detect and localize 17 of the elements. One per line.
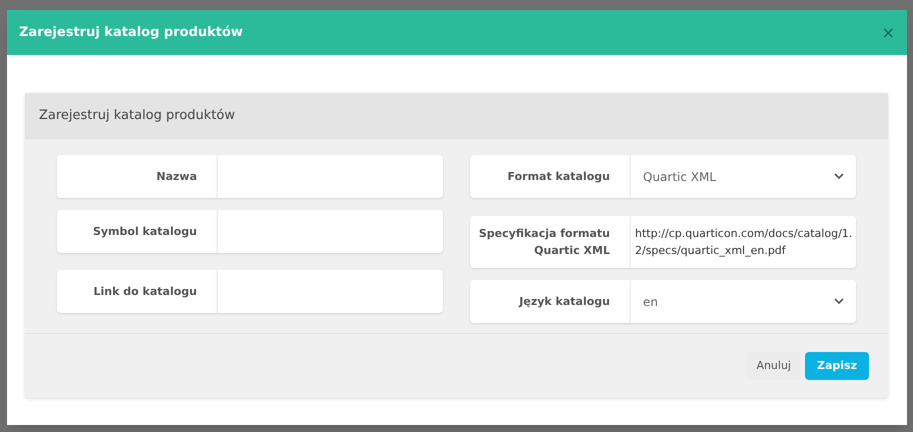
dialog-title: Zarejestruj katalog produktów — [19, 24, 243, 42]
field-value: http://cp.quarticon.com/docs/catalog/1.2/specs/quartic_xml_en.pdf — [630, 216, 856, 268]
text-input[interactable] — [217, 155, 443, 198]
select-field[interactable]: en — [630, 280, 856, 323]
text-input[interactable] — [217, 270, 443, 313]
chevron-down-icon — [834, 173, 844, 180]
field-label: Symbol katalogu — [57, 210, 217, 253]
select-field[interactable]: Quartic XML — [630, 155, 856, 198]
field-label: Link do katalogu — [57, 270, 217, 313]
field-label: Format katalogu — [470, 155, 630, 198]
cancel-button[interactable]: Anuluj — [746, 352, 801, 380]
field-label: Język katalogu — [470, 280, 630, 323]
text-input[interactable] — [217, 210, 443, 253]
panel-title: Zarejestruj katalog produktów — [39, 107, 235, 126]
field-label: Specyfikacja formatu Quartic XML — [470, 216, 630, 268]
field-label: Nazwa — [57, 155, 217, 198]
chevron-down-icon — [834, 298, 844, 305]
